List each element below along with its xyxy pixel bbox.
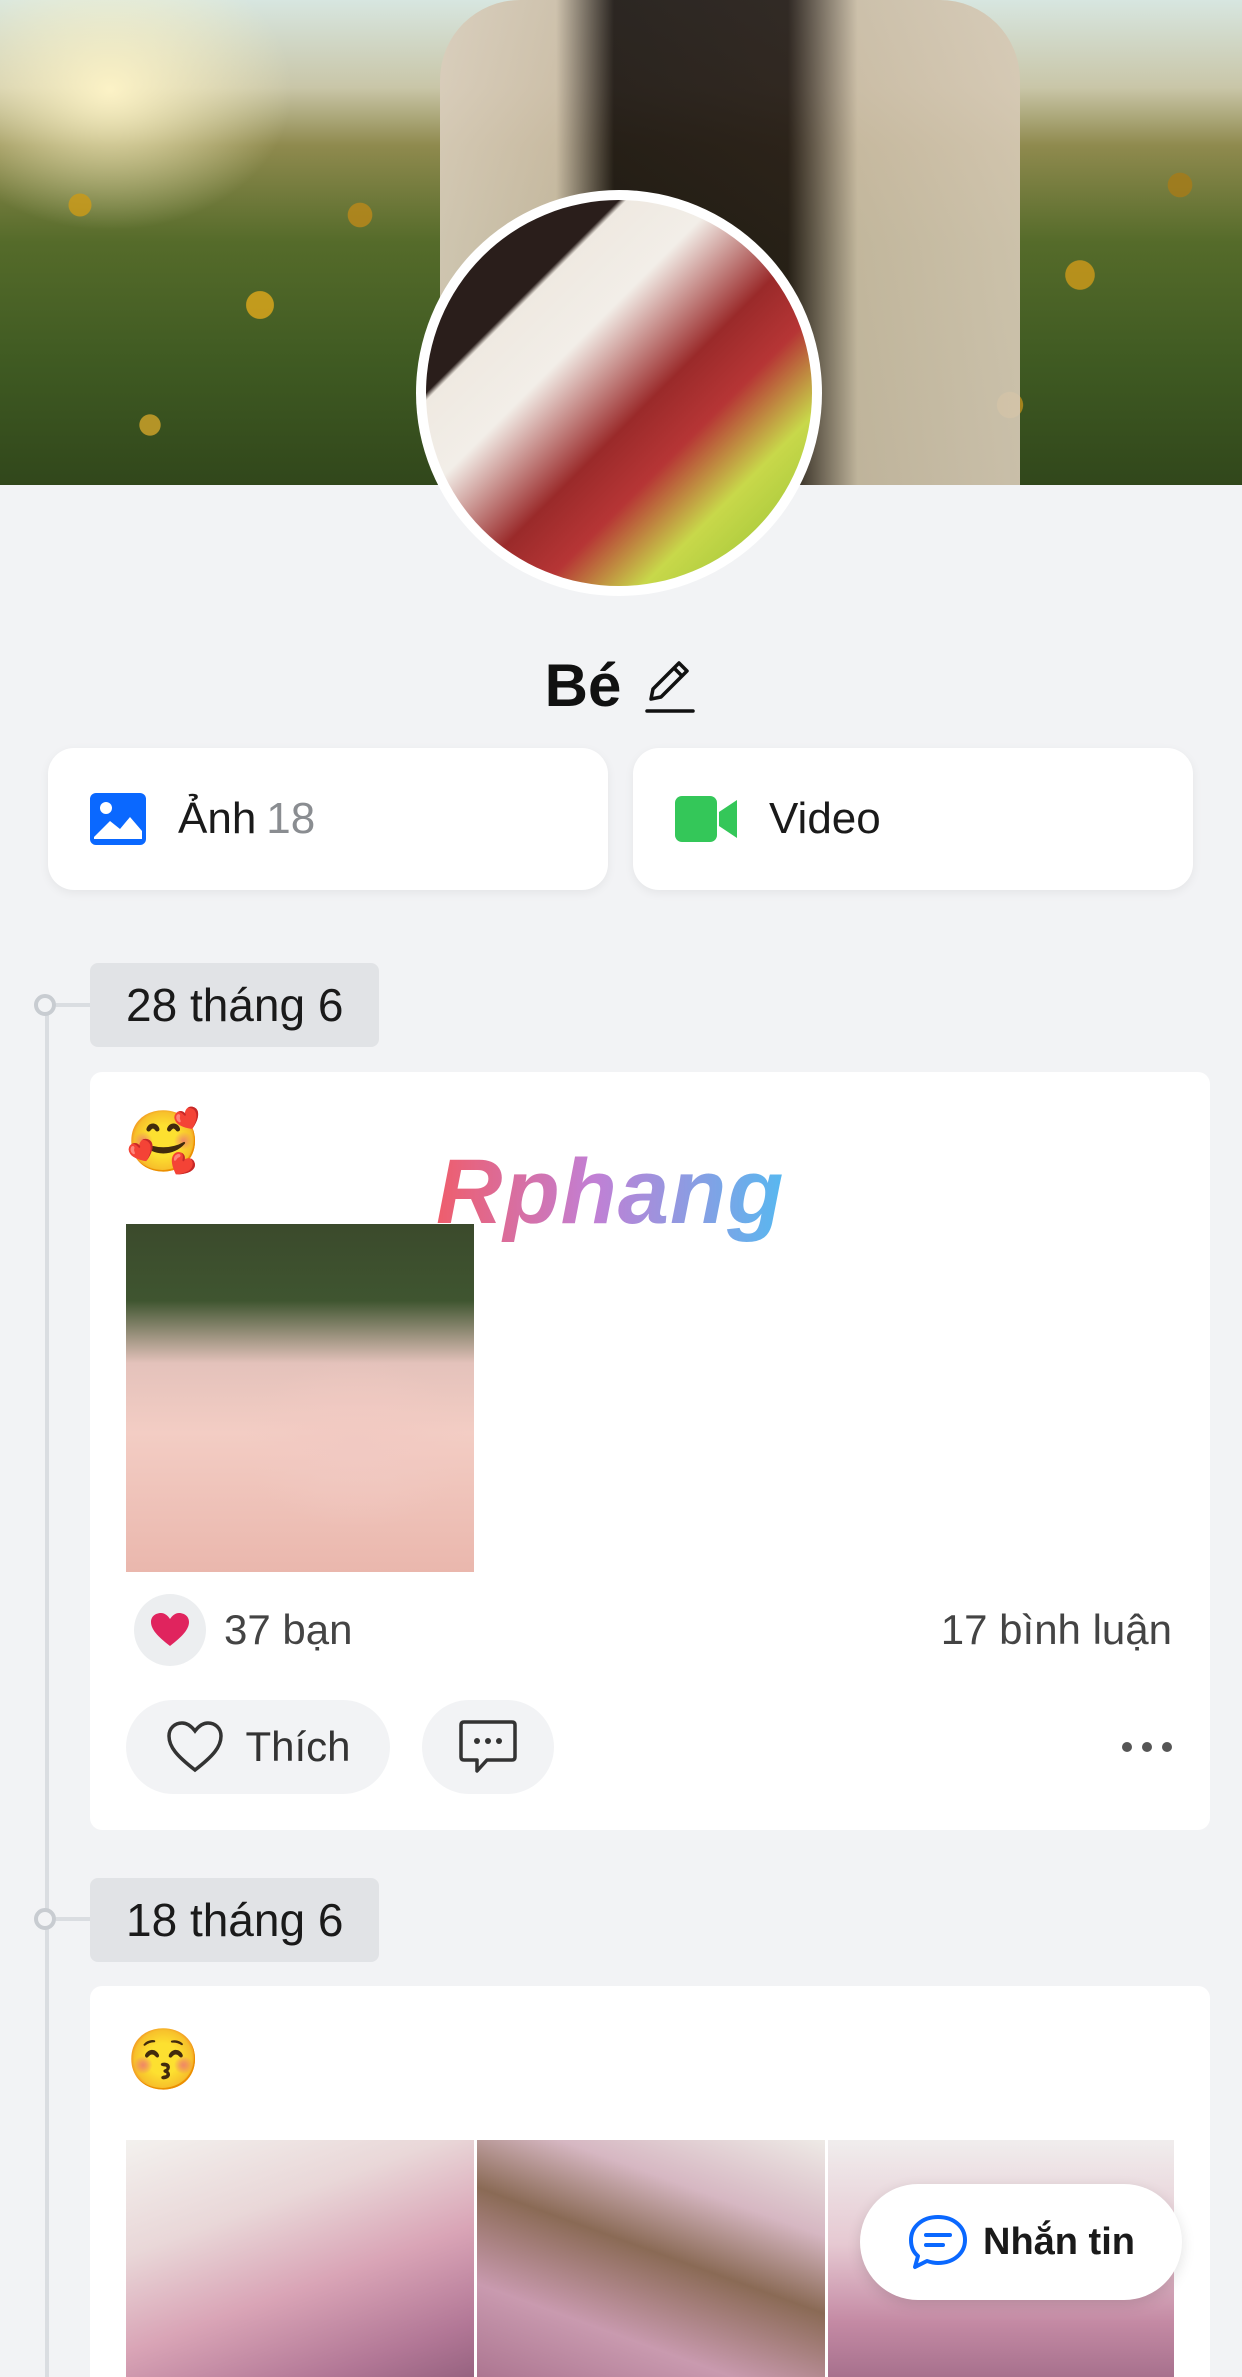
- photo-icon: [90, 793, 146, 845]
- name-row: Bé: [0, 640, 1242, 730]
- photos-label: Ảnh: [178, 794, 257, 843]
- more-icon[interactable]: [1122, 1742, 1172, 1752]
- like-button[interactable]: Thích: [126, 1700, 390, 1794]
- message-label: Nhắn tin: [983, 2220, 1135, 2263]
- reaction-count[interactable]: 37 bạn: [224, 1606, 352, 1654]
- date-chip: 28 tháng 6: [90, 963, 380, 1047]
- heart-icon: [151, 1613, 189, 1646]
- avatar-image: [426, 200, 812, 586]
- avatar[interactable]: [416, 190, 822, 596]
- heart-outline-icon: [167, 1721, 224, 1773]
- message-button[interactable]: Nhắn tin: [860, 2184, 1182, 2300]
- actions-row: Thích: [126, 1700, 1172, 1794]
- timeline-dot: [34, 994, 56, 1016]
- watermark: Rphang: [436, 1141, 785, 1243]
- reactions-row: 37 bạn 17 bình luận: [134, 1594, 1172, 1666]
- photos-count: 18: [266, 794, 316, 843]
- video-label: Video: [769, 794, 881, 843]
- comment-icon: [459, 1720, 517, 1773]
- photos-button[interactable]: Ảnh 18: [48, 748, 608, 890]
- video-button[interactable]: Video: [633, 748, 1193, 890]
- video-camera-icon: [675, 796, 737, 842]
- post-emoji: 😚: [126, 2026, 201, 2093]
- post-card: 😚: [90, 1986, 1210, 2377]
- profile-name: Bé: [544, 651, 622, 719]
- comment-count[interactable]: 17 bình luận: [941, 1606, 1172, 1654]
- timeline-line: [45, 1004, 49, 2377]
- timeline-dot: [34, 1908, 56, 1930]
- post-emoji: 🥰: [126, 1108, 201, 1175]
- timeline-connector: [56, 1917, 92, 1921]
- comment-button[interactable]: [422, 1700, 554, 1794]
- chat-bubble-icon: [909, 2215, 967, 2269]
- like-label: Thích: [245, 1723, 351, 1770]
- post-photo[interactable]: [126, 1224, 474, 1572]
- heart-reaction-badge[interactable]: [134, 1594, 206, 1666]
- edit-icon[interactable]: [643, 655, 697, 715]
- post-photo[interactable]: [477, 2140, 825, 2377]
- date-chip: 18 tháng 6: [90, 1878, 380, 1962]
- timeline-connector: [56, 1003, 92, 1007]
- post-photo[interactable]: [126, 2140, 474, 2377]
